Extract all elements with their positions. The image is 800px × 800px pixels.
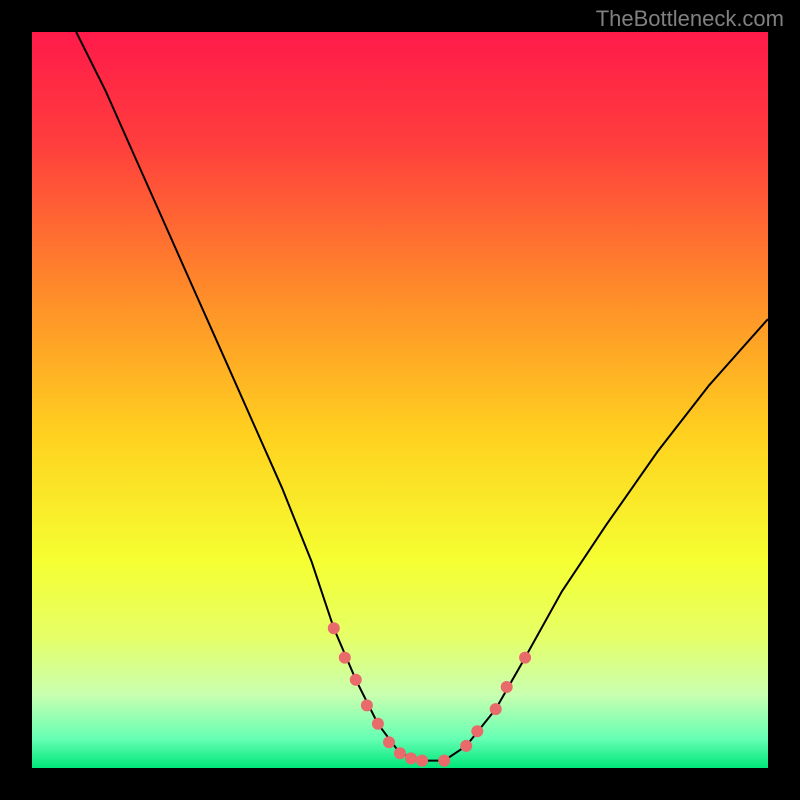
watermark-text: TheBottleneck.com [596,6,784,32]
marker-dot [438,755,450,767]
marker-dot [416,755,428,767]
gradient-background [32,32,768,768]
marker-dot [350,674,362,686]
marker-dot [460,740,472,752]
marker-dot [490,703,502,715]
marker-dot [383,736,395,748]
marker-dot [394,747,406,759]
marker-dot [471,725,483,737]
marker-dot [328,622,340,634]
marker-dot [519,652,531,664]
marker-dot [501,681,513,693]
marker-dot [361,699,373,711]
marker-dot [405,752,417,764]
chart-svg [32,32,768,768]
marker-dot [339,652,351,664]
marker-dot [372,718,384,730]
plot-area [32,32,768,768]
